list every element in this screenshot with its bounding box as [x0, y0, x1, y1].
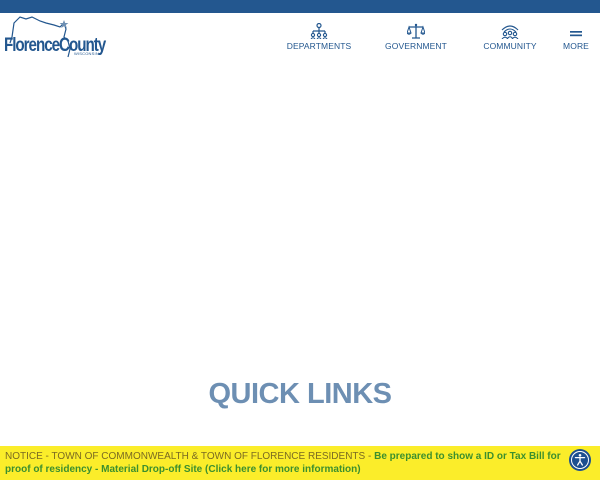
notice-banner[interactable]: NOTICE - TOWN OF COMMONWEALTH & TOWN OF … [0, 446, 600, 480]
departments-org-chart-icon [310, 23, 328, 39]
quick-links-heading: QUICK LINKS [208, 378, 393, 410]
florence-county-logo[interactable]: FlorenceCounty WISCONSIN [2, 15, 106, 61]
nav-label-more: MORE [563, 41, 589, 51]
scales-of-justice-icon [407, 23, 425, 39]
community-people-icon [501, 25, 519, 39]
site-header: FlorenceCounty WISCONSIN DEPARTMENTS GOV… [0, 13, 600, 63]
notice-prefix: NOTICE - TOWN OF COMMONWEALTH & TOWN OF … [5, 451, 375, 462]
nav-item-more[interactable]: MORE [560, 23, 592, 57]
top-accent-bar [0, 0, 600, 13]
nav-label-departments: DEPARTMENTS [286, 41, 352, 51]
hamburger-menu-icon [570, 31, 582, 37]
nav-label-community: COMMUNITY [483, 41, 537, 51]
nav-label-government: GOVERNMENT [385, 41, 447, 51]
logo-subtext: WISCONSIN [74, 51, 99, 56]
accessibility-person-icon [571, 451, 589, 469]
accessibility-button[interactable] [569, 449, 591, 471]
nav-item-government[interactable]: GOVERNMENT [384, 23, 448, 57]
nav-item-community[interactable]: COMMUNITY [481, 23, 539, 57]
nav-item-departments[interactable]: DEPARTMENTS [285, 23, 353, 57]
